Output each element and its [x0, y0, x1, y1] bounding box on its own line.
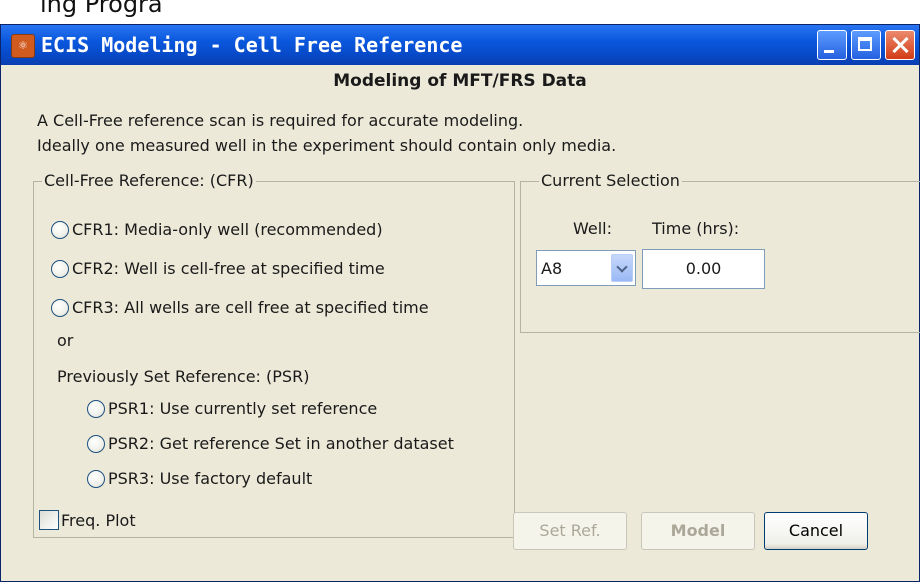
ecis-app-icon[interactable]: ⚛	[11, 34, 35, 58]
radio-cfr1[interactable]: CFR1: Media-only well (recommended)	[51, 220, 383, 239]
radio-cfr3[interactable]: CFR3: All wells are cell free at specifi…	[51, 298, 429, 317]
current-selection-legend: Current Selection	[539, 171, 682, 190]
radio-cfr1-label: CFR1: Media-only well (recommended)	[72, 220, 383, 239]
radio-psr2[interactable]: PSR2: Get reference Set in another datas…	[87, 434, 454, 453]
radio-psr3-label: PSR3: Use factory default	[108, 469, 313, 488]
well-select-value: A8	[541, 259, 563, 278]
well-label: Well:	[573, 219, 613, 238]
maximize-button[interactable]	[851, 30, 881, 60]
dialog-heading: Modeling of MFT/FRS Data	[333, 71, 587, 91]
radio-cfr2-label: CFR2: Well is cell-free at specified tim…	[72, 259, 385, 278]
model-button[interactable]: Model	[641, 512, 755, 550]
radio-psr2-label: PSR2: Get reference Set in another datas…	[108, 434, 454, 453]
dialog-window: ⚛ ECIS Modeling - Cell Free Reference Mo…	[0, 24, 920, 582]
window-title: ECIS Modeling - Cell Free Reference	[41, 33, 463, 57]
time-input[interactable]: 0.00	[642, 249, 765, 289]
psr-heading: Previously Set Reference: (PSR)	[57, 367, 310, 386]
set-ref-button[interactable]: Set Ref.	[513, 512, 627, 550]
time-label: Time (hrs):	[652, 219, 740, 238]
radio-button-icon[interactable]	[51, 259, 69, 278]
cancel-button[interactable]: Cancel	[764, 512, 868, 550]
radio-cfr2[interactable]: CFR2: Well is cell-free at specified tim…	[51, 259, 385, 278]
freq-plot-checkbox[interactable]	[39, 510, 59, 530]
radio-button-icon[interactable]	[87, 399, 105, 418]
minimize-button[interactable]	[817, 30, 847, 60]
radio-psr3[interactable]: PSR3: Use factory default	[87, 469, 312, 488]
freq-plot-label: Freq. Plot	[61, 510, 136, 530]
radio-button-icon[interactable]	[87, 469, 105, 488]
radio-cfr3-label: CFR3: All wells are cell free at specifi…	[72, 298, 429, 317]
chevron-down-icon[interactable]	[611, 254, 633, 282]
radio-button-icon[interactable]	[51, 220, 69, 239]
intro-line-1: A Cell-Free reference scan is required f…	[37, 111, 524, 130]
radio-psr1-label: PSR1: Use currently set reference	[108, 399, 378, 418]
or-text: or	[57, 331, 74, 350]
freq-plot-checkbox-row[interactable]: Freq. Plot	[39, 510, 136, 530]
well-select[interactable]: A8	[536, 250, 636, 286]
radio-button-icon[interactable]	[51, 298, 69, 317]
caption-text: ing Progra	[40, 0, 163, 18]
radio-button-icon[interactable]	[87, 434, 105, 453]
title-bar[interactable]: ⚛ ECIS Modeling - Cell Free Reference	[1, 25, 919, 65]
close-button[interactable]	[885, 30, 915, 60]
cfr-legend: Cell-Free Reference: (CFR)	[42, 171, 256, 190]
radio-psr1[interactable]: PSR1: Use currently set reference	[87, 399, 377, 418]
intro-line-2: Ideally one measured well in the experim…	[37, 136, 617, 155]
